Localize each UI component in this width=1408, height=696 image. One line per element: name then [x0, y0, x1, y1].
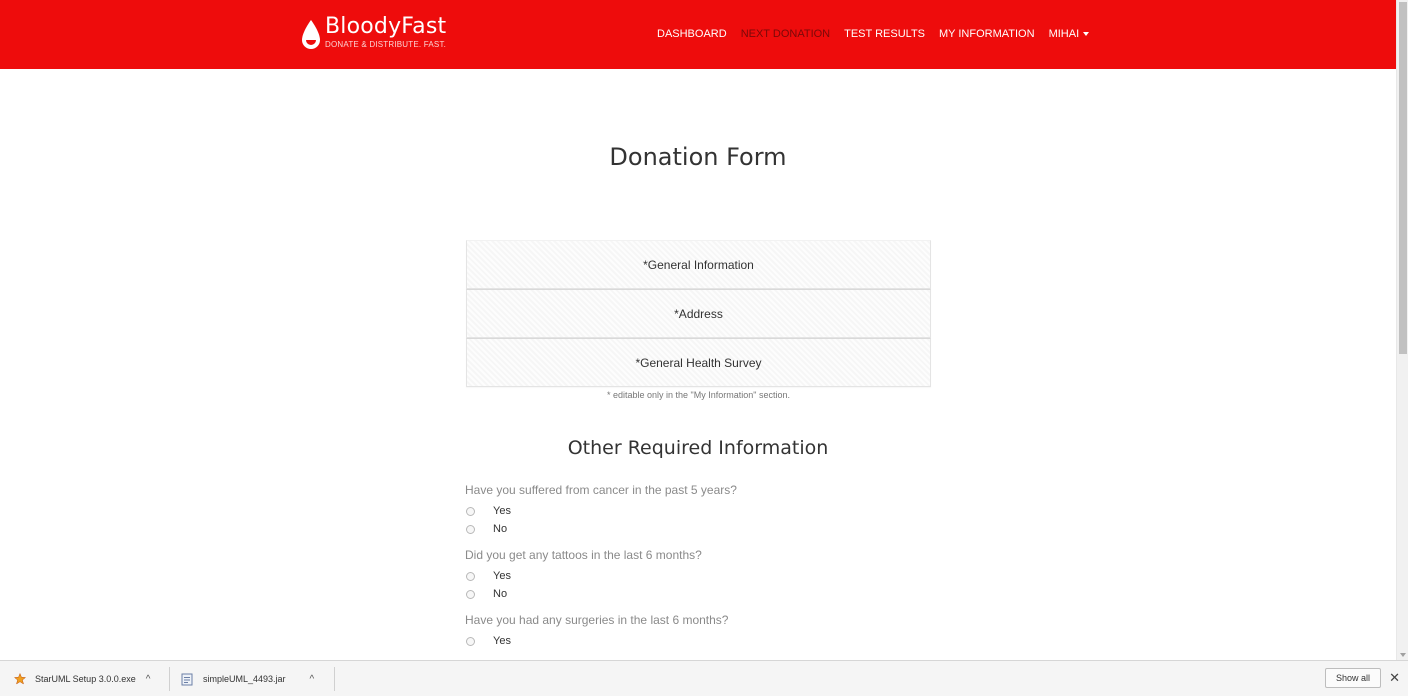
- editable-note: * editable only in the "My Information" …: [607, 390, 790, 400]
- nav-my-information[interactable]: MY INFORMATION: [932, 27, 1042, 41]
- download-item-staruml[interactable]: StarUML Setup 3.0.0.exe ^: [14, 661, 150, 696]
- option-label: Yes: [493, 570, 511, 582]
- section-title: Other Required Information: [567, 437, 829, 459]
- chevron-up-icon[interactable]: ^: [310, 674, 315, 685]
- question-text: Have you suffered from cancer in the pas…: [465, 483, 737, 497]
- option-no[interactable]: No: [465, 520, 935, 538]
- option-label: Yes: [493, 505, 511, 517]
- close-icon[interactable]: ✕: [1389, 671, 1400, 685]
- option-yes[interactable]: Yes: [465, 632, 935, 650]
- panel-address[interactable]: *Address: [466, 289, 931, 338]
- option-no[interactable]: No: [465, 585, 935, 603]
- option-label: Yes: [493, 635, 511, 647]
- required-questions: Have you suffered from cancer in the pas…: [465, 482, 935, 659]
- radio-button[interactable]: [466, 506, 475, 516]
- main-nav: DASHBOARD NEXT DONATION TEST RESULTS MY …: [650, 27, 1096, 41]
- option-label: No: [493, 588, 508, 600]
- brand-name: BloodyFast: [325, 14, 447, 39]
- show-all-button[interactable]: Show all: [1325, 668, 1381, 688]
- question-text: Did you get any tattoos in the last 6 mo…: [465, 548, 702, 562]
- scroll-thumb[interactable]: [1399, 2, 1407, 354]
- question-cancer: Have you suffered from cancer in the pas…: [465, 482, 935, 538]
- download-bar: StarUML Setup 3.0.0.exe ^ simpleUML_4493…: [0, 660, 1408, 696]
- option-yes[interactable]: Yes: [465, 567, 935, 585]
- nav-dashboard[interactable]: DASHBOARD: [650, 27, 734, 41]
- option-yes[interactable]: Yes: [465, 502, 935, 520]
- chevron-up-icon[interactable]: ^: [146, 674, 151, 685]
- user-name: MIHAI: [1048, 28, 1080, 40]
- download-filename: StarUML Setup 3.0.0.exe: [35, 674, 136, 684]
- staruml-icon: [14, 673, 26, 685]
- radio-button[interactable]: [466, 571, 475, 581]
- option-label: No: [493, 523, 508, 535]
- question-text: Have you had any surgeries in the last 6…: [465, 613, 729, 627]
- jar-file-icon: [181, 673, 193, 685]
- brand-logo[interactable]: BloodyFast DONATE & DISTRIBUTE. FAST.: [300, 14, 446, 52]
- panel-general-health-survey[interactable]: *General Health Survey: [466, 338, 931, 387]
- divider: [334, 667, 335, 691]
- page-scrollbar[interactable]: [1396, 0, 1408, 660]
- nav-next-donation[interactable]: NEXT DONATION: [734, 27, 837, 41]
- radio-button[interactable]: [466, 524, 475, 534]
- question-tattoos: Did you get any tattoos in the last 6 mo…: [465, 547, 935, 603]
- info-accordion: *General Information *Address *General H…: [466, 240, 931, 387]
- nav-test-results[interactable]: TEST RESULTS: [837, 27, 932, 41]
- divider: [169, 667, 170, 691]
- download-item-simpleuml[interactable]: simpleUML_4493.jar ^: [181, 661, 314, 696]
- scroll-down-arrow-icon[interactable]: [1400, 653, 1406, 657]
- nav-user-menu[interactable]: MIHAI: [1042, 27, 1097, 41]
- page-title: Donation Form: [609, 143, 787, 171]
- blood-drop-icon: [302, 20, 320, 49]
- download-filename: simpleUML_4493.jar: [203, 674, 286, 684]
- radio-button[interactable]: [466, 589, 475, 599]
- panel-general-information[interactable]: *General Information: [466, 240, 931, 289]
- radio-button[interactable]: [466, 636, 475, 646]
- brand-tagline: DONATE & DISTRIBUTE. FAST.: [325, 40, 447, 49]
- caret-down-icon: [1083, 32, 1090, 37]
- top-navbar: BloodyFast DONATE & DISTRIBUTE. FAST. DA…: [0, 0, 1396, 69]
- question-surgeries: Have you had any surgeries in the last 6…: [465, 612, 935, 650]
